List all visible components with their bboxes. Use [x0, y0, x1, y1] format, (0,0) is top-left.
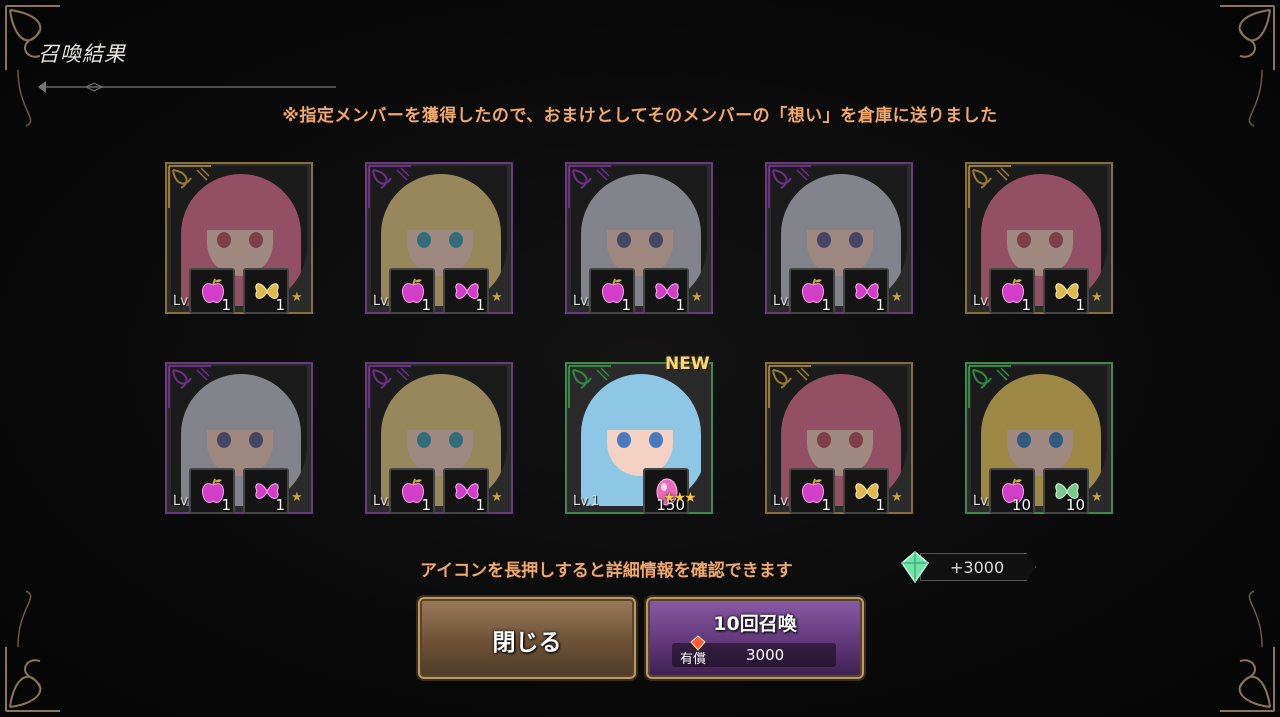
result-card[interactable]: Lv.1 NEW 150 ★★★: [563, 354, 715, 516]
item-slot: 1: [643, 268, 689, 314]
close-button[interactable]: 閉じる: [418, 597, 636, 679]
item-count: 1: [221, 496, 231, 514]
frame-ornament: [168, 165, 211, 208]
result-card[interactable]: Lv 1 1 ★: [363, 360, 515, 516]
item-slot: 10: [989, 468, 1035, 514]
summon-cost-value: 3000: [746, 646, 785, 664]
level-label: Lv: [373, 494, 388, 509]
level-label: Lv: [973, 494, 988, 509]
star-icon: ★: [291, 290, 303, 305]
item-slot: 1: [589, 268, 635, 314]
frame-ornament: [968, 365, 1011, 408]
item-slot: 1: [389, 468, 435, 514]
item-slot: 1: [189, 268, 235, 314]
item-count: 1: [475, 296, 485, 314]
summon-10-button[interactable]: 10回召喚 有償 3000: [646, 597, 864, 679]
rarity-stars: ★★★: [663, 490, 697, 506]
item-slot: 1: [789, 468, 835, 514]
gem-icon: [900, 551, 930, 583]
frame-ornament: [568, 165, 611, 208]
star-icon: ★: [891, 290, 903, 305]
result-card[interactable]: Lv 1 1 ★: [163, 360, 315, 516]
summon-cost: 有償 3000: [672, 635, 836, 667]
gem-bonus: +3000: [898, 551, 1040, 583]
item-count: 10: [1011, 496, 1031, 514]
star-icon: ★: [891, 490, 903, 505]
frame-ornament: [368, 365, 411, 408]
item-count: 1: [475, 496, 485, 514]
result-card[interactable]: Lv 1 1 ★: [563, 160, 715, 316]
item-slot: 1: [843, 468, 889, 514]
close-button-label: 閉じる: [492, 630, 562, 656]
level-label: Lv: [173, 294, 188, 309]
title-divider: [38, 81, 336, 93]
item-slot: 1: [843, 268, 889, 314]
frame-ornament: [968, 165, 1011, 208]
frame-ornament: [768, 365, 811, 408]
gem-bonus-value: +3000: [950, 558, 1005, 577]
item-slot: 1: [443, 268, 489, 314]
long-press-hint: アイコンを長押しすると詳細情報を確認できます: [420, 561, 793, 581]
star-icon: ★: [691, 290, 703, 305]
item-count: 1: [875, 296, 885, 314]
level-label: Lv: [773, 294, 788, 309]
level-label: Lv.1: [573, 494, 600, 509]
item-slot: 10: [1043, 468, 1089, 514]
item-count: 1: [821, 496, 831, 514]
item-slot: 1: [243, 468, 289, 514]
new-badge: NEW: [665, 354, 710, 374]
result-card[interactable]: Lv 10 10 ★: [963, 360, 1115, 516]
item-slot: 1: [789, 268, 835, 314]
item-slot: 1: [1043, 268, 1089, 314]
page-title: 召喚結果: [38, 42, 126, 66]
item-count: 1: [275, 296, 285, 314]
result-card[interactable]: Lv 1 1 ★: [763, 360, 915, 516]
result-card[interactable]: Lv 1 1 ★: [163, 160, 315, 316]
item-count: 1: [421, 296, 431, 314]
level-label: Lv: [173, 494, 188, 509]
frame-ornament: [168, 365, 211, 408]
star-icon: ★: [1091, 290, 1103, 305]
frame-ornament: [568, 365, 611, 408]
star-icon: ★: [491, 490, 503, 505]
level-label: Lv: [973, 294, 988, 309]
star-icon: ★: [1091, 490, 1103, 505]
item-count: 10: [1065, 496, 1085, 514]
level-label: Lv: [373, 294, 388, 309]
item-count: 1: [621, 296, 631, 314]
item-count: 1: [421, 496, 431, 514]
result-card[interactable]: Lv 1 1 ★: [363, 160, 515, 316]
star-icon: ★: [491, 290, 503, 305]
result-card[interactable]: Lv 1 1 ★: [963, 160, 1115, 316]
item-count: 1: [1075, 296, 1085, 314]
item-count: 1: [1021, 296, 1031, 314]
frame-ornament: [768, 165, 811, 208]
bonus-notice: ※指定メンバーを獲得したので、おまけとしてそのメンバーの「想い」を倉庫に送りまし…: [282, 106, 998, 126]
item-count: 1: [221, 296, 231, 314]
level-label: Lv: [773, 494, 788, 509]
summon-button-label: 10回召喚: [713, 613, 797, 635]
star-icon: ★: [291, 490, 303, 505]
item-slot: 1: [389, 268, 435, 314]
frame-ornament: [368, 165, 411, 208]
item-slot: 1: [189, 468, 235, 514]
level-label: Lv: [573, 294, 588, 309]
item-slot: 1: [443, 468, 489, 514]
item-slot: 1: [243, 268, 289, 314]
item-count: 1: [275, 496, 285, 514]
result-card[interactable]: Lv 1 1 ★: [763, 160, 915, 316]
item-count: 1: [875, 496, 885, 514]
paid-label: 有償: [680, 652, 707, 667]
item-count: 1: [675, 296, 685, 314]
item-slot: 1: [989, 268, 1035, 314]
item-count: 1: [821, 296, 831, 314]
